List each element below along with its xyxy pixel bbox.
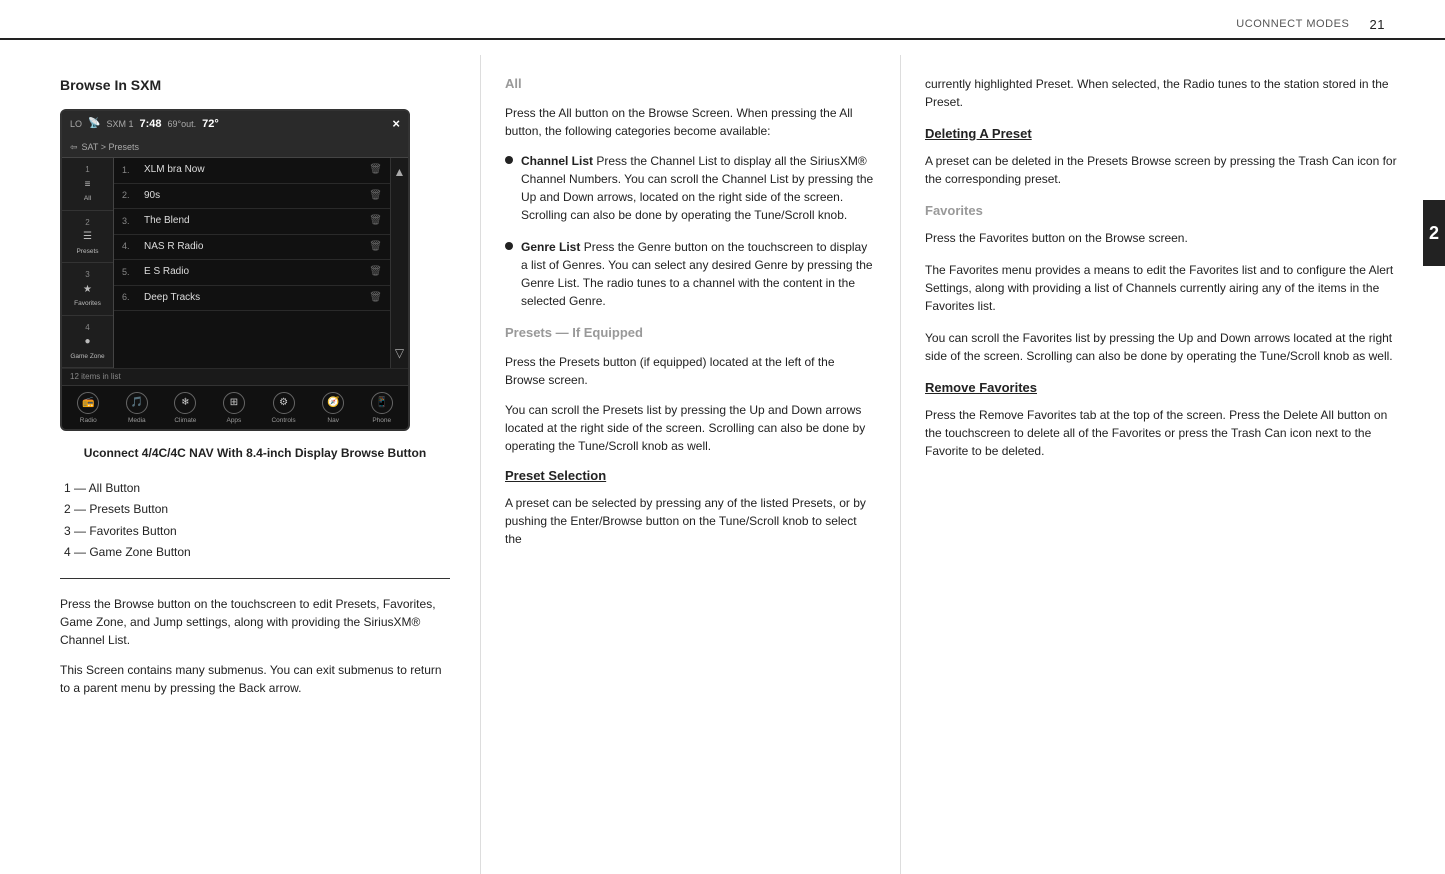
trash-icon[interactable]: 🗑: [369, 189, 382, 204]
scroll-up-arrow[interactable]: ▲: [394, 164, 406, 181]
trash-icon[interactable]: 🗑: [369, 214, 382, 229]
device-sidebar-all[interactable]: 1 ≡ All: [62, 158, 113, 211]
apps-icon: ⊞: [223, 392, 245, 414]
device-scroll-arrows: ▲ ▽: [390, 158, 408, 368]
bullet-dot: [505, 242, 513, 250]
page-content: Browse In SXM LO 📡 SXM 1 7:48 69°out. 72…: [0, 55, 1445, 874]
middle-column: All Press the All button on the Browse S…: [480, 55, 900, 874]
device-channel-list: 1. XLM bra Now 🗑 2. 90s 🗑: [114, 158, 390, 368]
deleting-preset-body: A preset can be deleted in the Presets B…: [925, 152, 1405, 188]
device-temp-out: 69°out.: [168, 118, 197, 131]
trash-icon[interactable]: 🗑: [369, 163, 382, 178]
list-item: 4 — Game Zone Button: [60, 544, 450, 561]
favorites-body: Press the Favorites button on the Browse…: [925, 229, 1405, 247]
device-list-item[interactable]: 5. E S Radio 🗑: [114, 260, 390, 286]
bottom-btn-climate[interactable]: ❄ Climate: [174, 392, 196, 425]
top-rule: [0, 38, 1445, 40]
numbered-list: 1 — All Button 2 — Presets Button 3 — Fa…: [60, 480, 450, 562]
left-column: Browse In SXM LO 📡 SXM 1 7:48 69°out. 72…: [0, 55, 480, 874]
device-list-item[interactable]: 4. NAS R Radio 🗑: [114, 235, 390, 261]
preset-selection-title: Preset Selection: [505, 467, 876, 486]
bullet-label: Genre List: [521, 240, 580, 254]
list-item: 2 — Presets Button: [60, 501, 450, 518]
bullet-label: Channel List: [521, 154, 593, 168]
bullet-dot: [505, 156, 513, 164]
device-lo: LO: [70, 118, 82, 131]
device-topbar-left: LO 📡 SXM 1 7:48 69°out. 72°: [70, 117, 219, 133]
list-item: 1 — All Button: [60, 480, 450, 497]
preset-selection-body: A preset can be selected by pressing any…: [505, 494, 876, 548]
all-section-title: All: [505, 75, 876, 94]
favorites-title: Favorites: [925, 202, 1405, 221]
continuation-text: currently highlighted Preset. When selec…: [925, 75, 1405, 111]
device-sidebar: 1 ≡ All 2 ☰ Presets 3 ★ Favorites: [62, 158, 114, 368]
device-time: 7:48: [139, 117, 161, 133]
bullet-channel-list: Channel List Press the Channel List to d…: [505, 152, 876, 224]
bottom-btn-radio[interactable]: 📻 Radio: [77, 392, 99, 425]
body-paragraph: This Screen contains many submenus. You …: [60, 661, 450, 697]
device-topbar: LO 📡 SXM 1 7:48 69°out. 72° ×: [62, 111, 408, 138]
bottom-btn-controls[interactable]: ⚙ Controls: [271, 392, 295, 425]
radio-icon: 📻: [77, 392, 99, 414]
device-close[interactable]: ×: [392, 115, 400, 134]
trash-icon[interactable]: 🗑: [369, 265, 382, 280]
bottom-btn-apps[interactable]: ⊞ Apps: [223, 392, 245, 425]
trash-icon[interactable]: 🗑: [369, 240, 382, 255]
device-list-item[interactable]: 1. XLM bra Now 🗑: [114, 158, 390, 184]
page-number: 21: [1369, 16, 1385, 35]
nav-icon: 🧭: [322, 392, 344, 414]
section-label: UCONNECT MODES: [1236, 17, 1349, 33]
right-column: currently highlighted Preset. When selec…: [900, 55, 1445, 874]
section-title: Browse In SXM: [60, 75, 450, 95]
device-sat-icon: 📡: [88, 117, 100, 132]
presets-section-title: Presets — If Equipped: [505, 324, 876, 343]
device-list-area: 1 ≡ All 2 ☰ Presets 3 ★ Favorites: [62, 158, 408, 368]
controls-icon: ⚙: [273, 392, 295, 414]
media-icon: 🎵: [126, 392, 148, 414]
device-list-item[interactable]: 3. The Blend 🗑: [114, 209, 390, 235]
bottom-btn-media[interactable]: 🎵 Media: [126, 392, 148, 425]
remove-favorites-body: Press the Remove Favorites tab at the to…: [925, 406, 1405, 460]
trash-icon[interactable]: 🗑: [369, 291, 382, 306]
list-item: 3 — Favorites Button: [60, 523, 450, 540]
climate-icon: ❄: [174, 392, 196, 414]
device-sat-label: SXM 1: [106, 118, 133, 131]
device-bottom-bar: 📻 Radio 🎵 Media ❄ Climate ⊞ Apps ⚙ C: [62, 385, 408, 429]
scroll-down-arrow[interactable]: ▽: [395, 345, 404, 362]
remove-favorites-title: Remove Favorites: [925, 379, 1405, 398]
bullet-genre-list: Genre List Press the Genre button on the…: [505, 238, 876, 310]
deleting-preset-title: Deleting A Preset: [925, 125, 1405, 144]
presets-body: Press the Presets button (if equipped) l…: [505, 353, 876, 389]
device-temp: 72°: [202, 117, 219, 133]
device-nav-path: SAT > Presets: [82, 141, 139, 154]
favorites-body3: You can scroll the Favorites list by pre…: [925, 329, 1405, 365]
phone-icon: 📱: [371, 392, 393, 414]
all-section-body: Press the All button on the Browse Scree…: [505, 104, 876, 140]
device-screen: LO 📡 SXM 1 7:48 69°out. 72° × ⇦ SAT > Pr…: [60, 109, 410, 431]
device-list-item[interactable]: 2. 90s 🗑: [114, 184, 390, 210]
bullet-list: Channel List Press the Channel List to d…: [505, 152, 876, 310]
presets-body2: You can scroll the Presets list by press…: [505, 401, 876, 455]
device-back-arrow[interactable]: ⇦: [70, 141, 78, 154]
favorites-body2: The Favorites menu provides a means to e…: [925, 261, 1405, 315]
device-sidebar-gamezone[interactable]: 4 ● Game Zone: [62, 316, 113, 369]
device-list-item[interactable]: 6. Deep Tracks 🗑: [114, 286, 390, 312]
device-items-count: 12 items in list: [62, 368, 408, 385]
bottom-btn-phone[interactable]: 📱 Phone: [371, 392, 393, 425]
bottom-btn-nav[interactable]: 🧭 Nav: [322, 392, 344, 425]
device-sidebar-presets[interactable]: 2 ☰ Presets: [62, 211, 113, 264]
device-caption: Uconnect 4/4C/4C NAV With 8.4-inch Displ…: [60, 445, 450, 462]
device-sidebar-favorites[interactable]: 3 ★ Favorites: [62, 263, 113, 316]
page-header: UCONNECT MODES 21: [1236, 16, 1385, 35]
body-paragraph: Press the Browse button on the touchscre…: [60, 595, 450, 649]
device-nav-bar: ⇦ SAT > Presets: [62, 138, 408, 158]
divider: [60, 578, 450, 579]
